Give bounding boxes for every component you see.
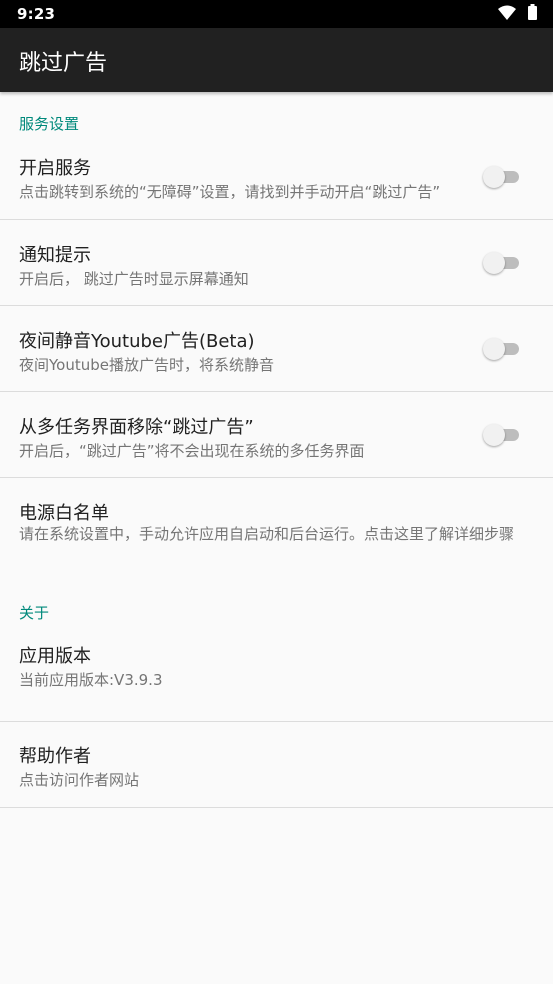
category-about: 关于 — [19, 604, 50, 622]
app-bar: 跳过广告 — [0, 28, 553, 92]
pref-title: 应用版本 — [19, 646, 91, 667]
notification-switch[interactable] — [483, 250, 521, 276]
night-mute-switch[interactable] — [483, 336, 521, 362]
app-title: 跳过广告 — [19, 51, 108, 76]
pref-title: 从多任务界面移除“跳过广告” — [19, 417, 254, 438]
pref-power-whitelist[interactable]: 电源白名单 请在系统设置中，手动允许应用自启动和后台运行。点击这里了解详细步骤 — [0, 478, 553, 592]
pref-summary: 请在系统设置中，手动允许应用自启动和后台运行。点击这里了解详细步骤 — [19, 525, 515, 543]
battery-icon — [528, 4, 537, 24]
pref-summary: 开启后， 跳过广告时显示屏幕通知 — [19, 270, 249, 288]
category-service-settings: 服务设置 — [19, 115, 80, 133]
wifi-icon — [498, 5, 516, 24]
settings-list: 服务设置 开启服务 点击跳转到系统的“无障碍”设置，请找到并手动开启“跳过广告”… — [0, 92, 553, 808]
pref-summary: 开启后，“跳过广告”将不会出现在系统的多任务界面 — [19, 442, 365, 460]
pref-title: 开启服务 — [19, 158, 91, 179]
pref-notification[interactable]: 通知提示 开启后， 跳过广告时显示屏幕通知 — [0, 220, 553, 306]
status-bar: 9:23 — [0, 0, 553, 28]
switch-thumb — [483, 166, 505, 188]
pref-help-author[interactable]: 帮助作者 点击访问作者网站 — [0, 722, 553, 808]
pref-summary: 当前应用版本:V3.9.3 — [19, 671, 163, 689]
pref-title: 电源白名单 — [19, 503, 109, 524]
pref-title: 夜间静音Youtube广告(Beta) — [19, 331, 255, 352]
hide-from-recents-switch[interactable] — [483, 422, 521, 448]
status-time: 9:23 — [17, 5, 56, 23]
pref-title: 帮助作者 — [19, 746, 91, 767]
pref-hide-from-recents[interactable]: 从多任务界面移除“跳过广告” 开启后，“跳过广告”将不会出现在系统的多任务界面 — [0, 392, 553, 478]
pref-enable-service[interactable]: 开启服务 点击跳转到系统的“无障碍”设置，请找到并手动开启“跳过广告” — [0, 152, 553, 220]
pref-summary: 点击访问作者网站 — [19, 771, 140, 789]
enable-service-switch[interactable] — [483, 164, 521, 190]
status-icons — [498, 4, 537, 24]
switch-thumb — [483, 338, 505, 360]
switch-thumb — [483, 424, 505, 446]
pref-title: 通知提示 — [19, 245, 91, 266]
pref-night-mute-youtube[interactable]: 夜间静音Youtube广告(Beta) 夜间Youtube播放广告时，将系统静音 — [0, 306, 553, 392]
pref-summary: 点击跳转到系统的“无障碍”设置，请找到并手动开启“跳过广告” — [19, 183, 441, 201]
pref-app-version[interactable]: 应用版本 当前应用版本:V3.9.3 — [0, 636, 553, 722]
switch-thumb — [483, 252, 505, 274]
pref-summary: 夜间Youtube播放广告时，将系统静音 — [19, 356, 274, 374]
